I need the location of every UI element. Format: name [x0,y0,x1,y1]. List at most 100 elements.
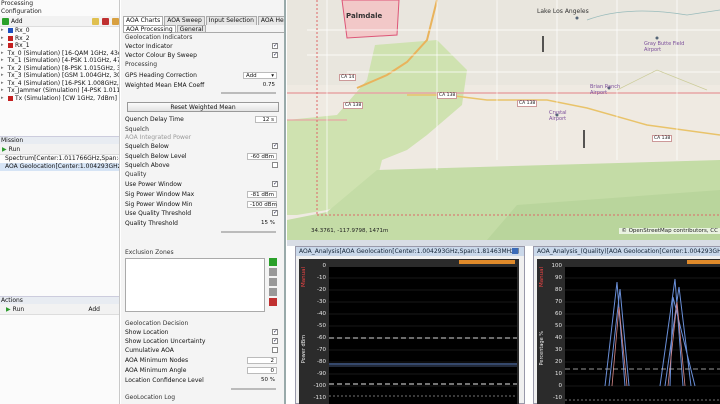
quench-delay-field[interactable]: 12 s [255,116,277,123]
expand-icon[interactable]: ▸ [1,57,4,65]
expand-icon[interactable]: ▸ [1,72,4,80]
squelch-below-row: Squelch Below [125,141,280,151]
y-tick-label: -10 [317,275,326,281]
squelch-below-checkbox[interactable] [272,141,278,150]
aoa-min-nodes-row: AOA Minimum Nodes 2 [125,356,280,365]
use-quality-threshold-checkbox[interactable] [272,208,278,217]
legend-bar [687,260,720,264]
edit-zone-icon[interactable] [269,268,277,276]
folder-icon[interactable] [92,17,99,25]
location-confidence-slider[interactable] [231,388,276,390]
signal-item[interactable]: ▸ Rx_0 [0,27,119,35]
weighted-mean-slider[interactable] [221,92,276,94]
expand-icon[interactable]: ▸ [1,80,4,88]
y-tick-label: -80 [317,359,326,365]
y-tick-label: 30 [555,347,562,353]
signal-item[interactable]: ▸ Rx_1 [0,42,119,50]
mission-run-button[interactable]: ▶ Run [2,146,20,153]
signal-item[interactable]: ▸ Tx_3 (Simulation) [GSM 1.004GHz, 30d [0,72,119,80]
power-plot[interactable] [329,267,517,404]
close-icon[interactable] [512,248,518,254]
sig-power-max-field[interactable]: -81 dBm [247,191,277,198]
squelch-above-row: Squelch Above [125,161,280,170]
tab-aoa-heatmap[interactable]: AOA HeatMap [257,16,284,25]
actions-add-button[interactable]: Add [88,306,100,313]
processing-title: Processing [1,0,34,7]
mission-item-aoa-geolocation[interactable]: AOA Geolocation[Center:1.004293GHz,Span: [0,163,119,171]
tab-aoa-charts[interactable]: AOA Charts [123,16,164,25]
location-confidence-value[interactable]: 50 % [259,377,277,384]
y-tick-label: -50 [317,323,326,329]
quality-plot[interactable] [565,267,720,404]
project-tree-panel: Processing Configuration Add ▸ Rx_0 ▸ Rx_2 ▸… [0,0,120,404]
power-chart-window: AOA_Analysis[AOA Geolocation[Center:1.00… [295,246,525,404]
vector-colour-checkbox[interactable] [272,50,278,59]
sig-power-min-field[interactable]: -100 dBm [247,201,277,208]
gps-heading-select[interactable]: Add ▾ [243,72,277,79]
tab-general[interactable]: General [176,25,207,33]
expand-icon[interactable]: ▸ [1,65,4,73]
airport-label: Gray Butte Field Airport [644,41,685,53]
tab-aoa-processing[interactable]: AOA Processing [123,25,176,33]
geolocation-map[interactable]: Palmdale Lake Los Angeles Gray Butte Fie… [287,0,720,240]
weighted-mean-value[interactable]: 0.75 [261,82,277,89]
quality-threshold-value[interactable]: 15 % [259,220,277,227]
signal-item[interactable]: ▸ Rx_2 [0,35,119,43]
show-uncertainty-label: Show Location Uncertainty [125,338,206,345]
show-uncertainty-checkbox[interactable] [272,336,278,345]
squelch-above-checkbox[interactable] [272,162,278,168]
y-tick-label: 100 [551,263,563,269]
squelch-below-label: Squelch Below [125,143,169,150]
use-power-window-checkbox[interactable] [272,179,278,188]
delete-zone-icon[interactable] [269,298,277,306]
expand-icon[interactable]: ▸ [1,27,6,35]
signal-item[interactable]: ▸ Tx_2 (Simulation) [8-PSK 1.015GHz, 38 [0,65,119,73]
tab-input-selection[interactable]: Input Selection [205,16,257,25]
y-tick-label: -100 [313,383,326,389]
settings-icon[interactable] [112,17,119,25]
actions-run-button[interactable]: ▶ Run [6,306,24,313]
signal-item[interactable]: ▸ Tx_Jammer (Simulation) [4-PSK 1.0115 [0,87,119,95]
y-tick-label: 20 [555,359,562,365]
cumulative-aoa-row: Cumulative AOA [125,346,280,355]
aoa-integrated-power-row: AOA Integrated Power [125,133,280,142]
expand-icon[interactable]: ▸ [1,87,4,95]
aoa-min-nodes-field[interactable]: 2 [247,357,277,364]
add-zone-icon[interactable] [269,258,277,266]
mission-item-spectrum[interactable]: Spectrum[Center:1.011766GHz,Span:41.97 [0,155,119,163]
aoa-min-angle-field[interactable]: 0 [247,367,277,374]
use-power-window-row: Use Power Window [125,179,280,189]
signal-list: ▸ Rx_0 ▸ Rx_2 ▸ Rx_1 ▸ Tx_0 (Simulation) [16-QA… [0,27,119,102]
expand-icon[interactable]: ▸ [1,50,4,58]
expand-icon[interactable]: ▸ [1,95,6,103]
signal-item[interactable]: ▸ Tx_4 (Simulation) [16-PSK 1.008GHz, 3 [0,80,119,88]
tab-aoa-sweep[interactable]: AOA Sweep [164,16,205,25]
quality-threshold-slider[interactable] [221,231,276,233]
signal-item[interactable]: ▸ Tx_0 (Simulation) [16-QAM 1GHz, 43dB [0,50,119,58]
expand-icon[interactable]: ▸ [1,35,6,43]
show-location-checkbox[interactable] [272,327,278,336]
aoa-min-angle-row: AOA Minimum Angle 0 [125,366,280,375]
road-shield: CA 14 [339,74,357,81]
squelch-below-level-row: Squelch Below Level -60 dBm [125,152,280,161]
location-confidence-row: Location Confidence Level 50 % [125,376,280,385]
squelch-level-field[interactable]: -60 dBm [247,153,277,160]
add-button[interactable]: Add [2,17,23,25]
delete-icon[interactable] [102,17,109,25]
geolocation-decision-group: Geolocation Decision [125,320,189,327]
signal-item[interactable]: ▸ Tx_1 (Simulation) [4-PSK 1.01GHz, 47d [0,57,119,65]
exclusion-zones-list[interactable] [125,258,265,312]
move-up-icon[interactable] [269,278,277,286]
y-tick-label: 10 [555,371,562,377]
signal-item[interactable]: ▸ Tx (Simulation) [CW 1GHz, 7dBm] [0,95,119,103]
vector-indicator-checkbox[interactable] [272,41,278,50]
vector-colour-row: Vector Colour By Sweep [125,50,280,60]
y-tick-label: -20 [317,287,326,293]
signal-color-icon [8,43,13,49]
place-label: Lake Los Angeles [537,8,589,15]
move-down-icon[interactable] [269,288,277,296]
reset-weighted-mean-button[interactable]: Reset Weighted Mean [127,102,279,112]
mission-section: Mission ▶ Run Spectrum[Center:1.011766GH… [0,136,119,171]
cumulative-aoa-checkbox[interactable] [272,347,278,353]
expand-icon[interactable]: ▸ [1,42,6,50]
